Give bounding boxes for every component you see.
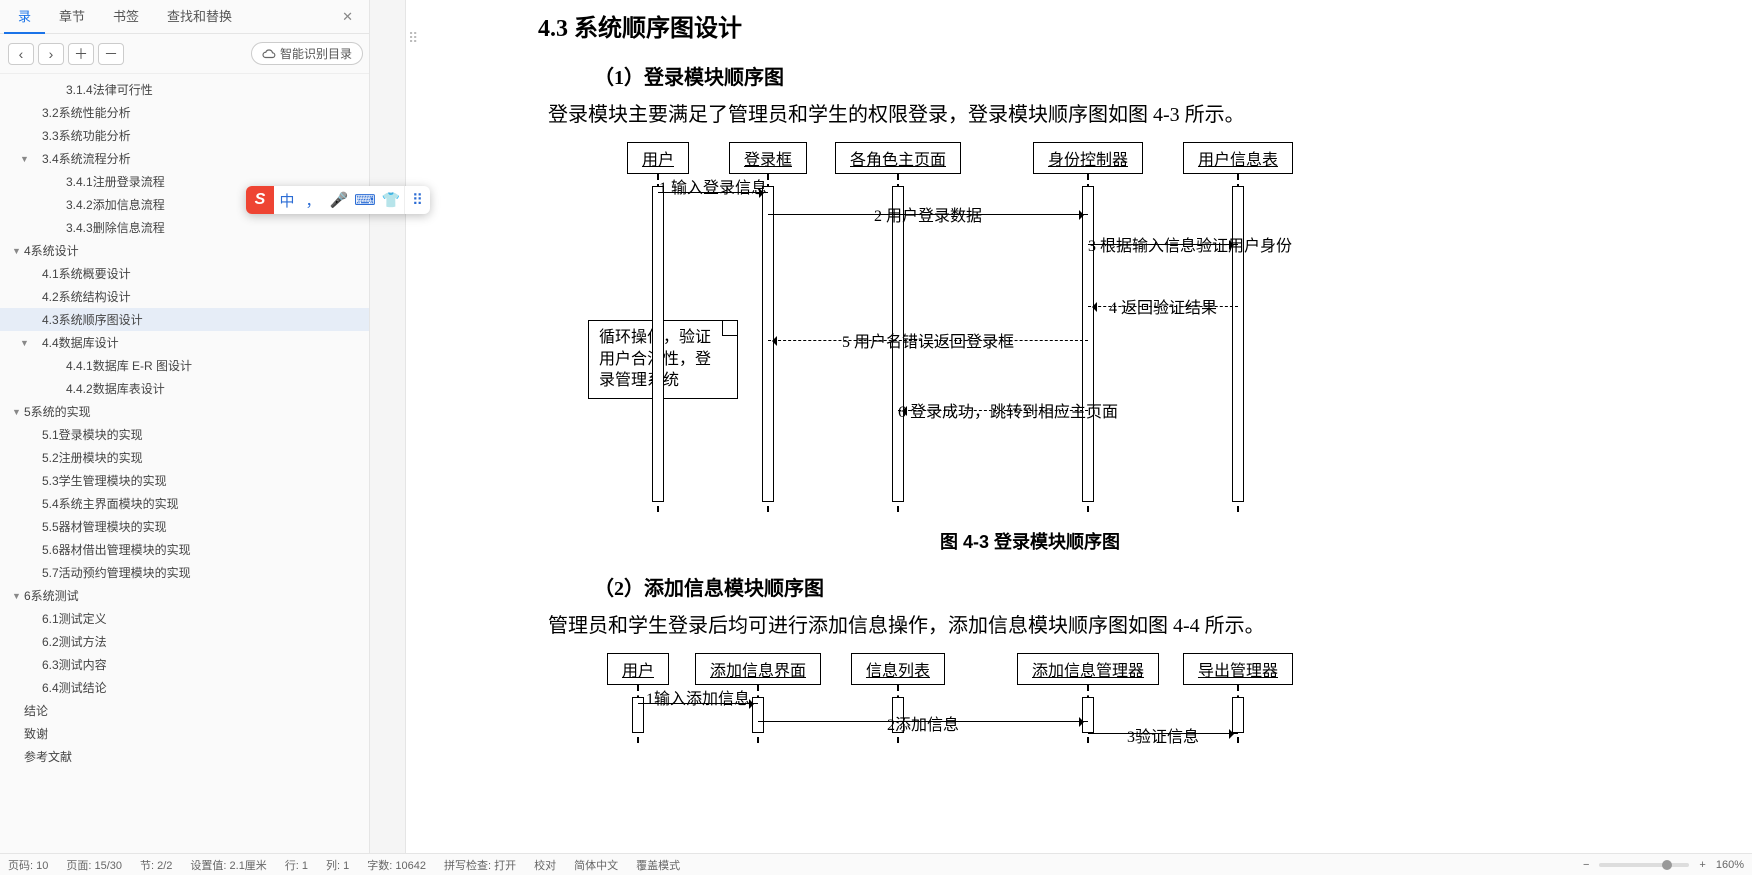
document-page: 4.3 系统顺序图设计 （1）登录模块顺序图 登录模块主要满足了管理员和学生的权…	[420, 0, 1580, 803]
paragraph-1: 登录模块主要满足了管理员和学生的权限登录，登录模块顺序图如图 4-3 所示。	[548, 100, 1530, 130]
outline-item[interactable]: 4.4.1数据库 E-R 图设计	[0, 354, 369, 377]
section-heading: 4.3 系统顺序图设计	[538, 8, 1530, 43]
outline-item[interactable]: 4.1系统概要设计	[0, 262, 369, 285]
outline-item[interactable]: ▼5系统的实现	[0, 400, 369, 423]
outline-item[interactable]: ▼4.4数据库设计	[0, 331, 369, 354]
status-position[interactable]: 设置值: 2.1厘米	[190, 857, 266, 873]
outline-item[interactable]: ▼4系统设计	[0, 239, 369, 262]
sequence-message: 3验证信息	[1088, 723, 1238, 747]
sequence-diagram-login: 循环操作，验证 用户合法性，登 录管理系统 用户登录框各角色主页面身份控制器用户…	[548, 142, 1512, 522]
outline-toolbar: ‹ › ＋ － 智能识别目录	[0, 34, 369, 74]
sequence-message: 2添加信息	[758, 711, 1088, 735]
outline-item[interactable]: 5.1登录模块的实现	[0, 423, 369, 446]
outline-item[interactable]: 3.1.4法律可行性	[0, 78, 369, 101]
sidebar-close-button[interactable]: ✕	[330, 9, 365, 25]
outline-item[interactable]: 4.4.2数据库表设计	[0, 377, 369, 400]
outline-item[interactable]: ▼6系统测试	[0, 584, 369, 607]
outline-item[interactable]: 6.3测试内容	[0, 653, 369, 676]
status-section[interactable]: 节: 2/2	[140, 857, 172, 873]
lifeline-box: 信息列表	[851, 653, 945, 685]
zoom-value[interactable]: 160%	[1716, 859, 1744, 871]
subsection-heading-1: （1）登录模块顺序图	[594, 61, 1530, 90]
sequence-message: 1 输入登录信息	[658, 174, 768, 198]
status-row[interactable]: 行: 1	[285, 857, 308, 873]
outline-item[interactable]: ▼3.4系统流程分析	[0, 147, 369, 170]
lifeline-box: 用户	[627, 142, 689, 174]
smart-recognize-button[interactable]: 智能识别目录	[251, 42, 363, 65]
sequence-diagram-add-info: 用户添加信息界面信息列表添加信息管理器导出管理器1输入添加信息2添加信息3验证信…	[548, 653, 1512, 743]
status-proof[interactable]: 校对	[534, 857, 556, 873]
status-bar: 页码: 10 页面: 15/30 节: 2/2 设置值: 2.1厘米 行: 1 …	[0, 853, 1752, 875]
lifeline-box: 添加信息界面	[695, 653, 821, 685]
ime-logo-icon: S	[246, 186, 274, 214]
status-word-count[interactable]: 字数: 10642	[367, 857, 426, 873]
paragraph-2: 管理员和学生登录后均可进行添加信息操作，添加信息模块顺序图如图 4-4 所示。	[548, 611, 1530, 641]
sequence-message: 4 返回验证结果	[1088, 294, 1238, 318]
ime-punct-button[interactable]: ，	[300, 186, 326, 214]
ime-menu-button[interactable]: ⠿	[404, 186, 430, 214]
outline-item[interactable]: 3.3系统功能分析	[0, 124, 369, 147]
status-page-number[interactable]: 页码: 10	[8, 857, 48, 873]
sequence-message: 2 用户登录数据	[768, 202, 1088, 226]
drag-handle-icon[interactable]: ⠿	[408, 30, 418, 47]
sequence-message: 5 用户名错误返回登录框	[768, 328, 1088, 352]
outline-item[interactable]: 4.3系统顺序图设计	[0, 308, 369, 331]
tab-bookmarks[interactable]: 书签	[99, 0, 153, 34]
status-spellcheck[interactable]: 拼写检查: 打开	[444, 857, 516, 873]
outline-prev-button[interactable]: ‹	[8, 43, 34, 65]
zoom-in-button[interactable]: +	[1699, 859, 1705, 871]
outline-item[interactable]: 5.4系统主界面模块的实现	[0, 492, 369, 515]
status-page-count[interactable]: 页面: 15/30	[66, 857, 122, 873]
outline-next-button[interactable]: ›	[38, 43, 64, 65]
lifeline-box: 导出管理器	[1183, 653, 1293, 685]
tab-chapters[interactable]: 章节	[45, 0, 99, 34]
sequence-message: 1输入添加信息	[638, 685, 758, 709]
smart-recognize-label: 智能识别目录	[280, 45, 352, 62]
tab-find-replace[interactable]: 查找和替换	[153, 0, 246, 34]
lifeline-box: 用户信息表	[1183, 142, 1293, 174]
outline-item[interactable]: 5.3学生管理模块的实现	[0, 469, 369, 492]
lifeline-box: 登录框	[729, 142, 807, 174]
outline-item[interactable]: 6.1测试定义	[0, 607, 369, 630]
lifeline-box: 添加信息管理器	[1017, 653, 1159, 685]
outline-item[interactable]: 5.7活动预约管理模块的实现	[0, 561, 369, 584]
sequence-message: 3 根据输入信息验证用户身份	[1088, 232, 1238, 256]
ime-keyboard-button[interactable]: ⌨	[352, 186, 378, 214]
outline-item[interactable]: 参考文献	[0, 745, 369, 768]
ime-voice-button[interactable]: 🎤	[326, 186, 352, 214]
document-viewport[interactable]: ⠿ 4.3 系统顺序图设计 （1）登录模块顺序图 登录模块主要满足了管理员和学生…	[370, 0, 1752, 875]
cloud-icon	[262, 47, 276, 61]
figure-caption-1: 图 4-3 登录模块顺序图	[530, 528, 1530, 554]
sequence-message: 6 登录成功，跳转到相应主页面	[898, 398, 1088, 422]
outline-item[interactable]: 3.2系统性能分析	[0, 101, 369, 124]
ime-toolbar[interactable]: S 中 ， 🎤 ⌨ 👕 ⠿	[246, 186, 430, 214]
lifeline-box: 用户	[607, 653, 669, 685]
status-col[interactable]: 列: 1	[326, 857, 349, 873]
status-language[interactable]: 简体中文	[574, 857, 618, 873]
outline-item[interactable]: 4.2系统结构设计	[0, 285, 369, 308]
outline-expand-button[interactable]: ＋	[68, 43, 94, 65]
outline-item[interactable]: 3.4.3删除信息流程	[0, 216, 369, 239]
lifeline-box: 身份控制器	[1033, 142, 1143, 174]
outline-item[interactable]: 5.6器材借出管理模块的实现	[0, 538, 369, 561]
outline-item[interactable]: 5.2注册模块的实现	[0, 446, 369, 469]
outline-item[interactable]: 致谢	[0, 722, 369, 745]
sidebar-tabs: 录 章节 书签 查找和替换 ✕	[0, 0, 369, 34]
lifeline-box: 各角色主页面	[835, 142, 961, 174]
subsection-heading-2: （2）添加信息模块顺序图	[594, 572, 1530, 601]
zoom-out-button[interactable]: −	[1583, 859, 1589, 871]
zoom-slider[interactable]	[1599, 863, 1689, 867]
page-gutter	[370, 0, 406, 875]
ime-lang-button[interactable]: 中	[274, 186, 300, 214]
outline-sidebar: 录 章节 书签 查找和替换 ✕ ‹ › ＋ － 智能识别目录 3.1.4法律可行…	[0, 0, 370, 875]
outline-item[interactable]: 6.4测试结论	[0, 676, 369, 699]
outline-item[interactable]: 6.2测试方法	[0, 630, 369, 653]
outline-item[interactable]: 5.5器材管理模块的实现	[0, 515, 369, 538]
outline-item[interactable]: 结论	[0, 699, 369, 722]
status-insert-mode[interactable]: 覆盖模式	[636, 857, 680, 873]
ime-skin-button[interactable]: 👕	[378, 186, 404, 214]
tab-directory[interactable]: 录	[4, 0, 45, 34]
outline-collapse-button[interactable]: －	[98, 43, 124, 65]
